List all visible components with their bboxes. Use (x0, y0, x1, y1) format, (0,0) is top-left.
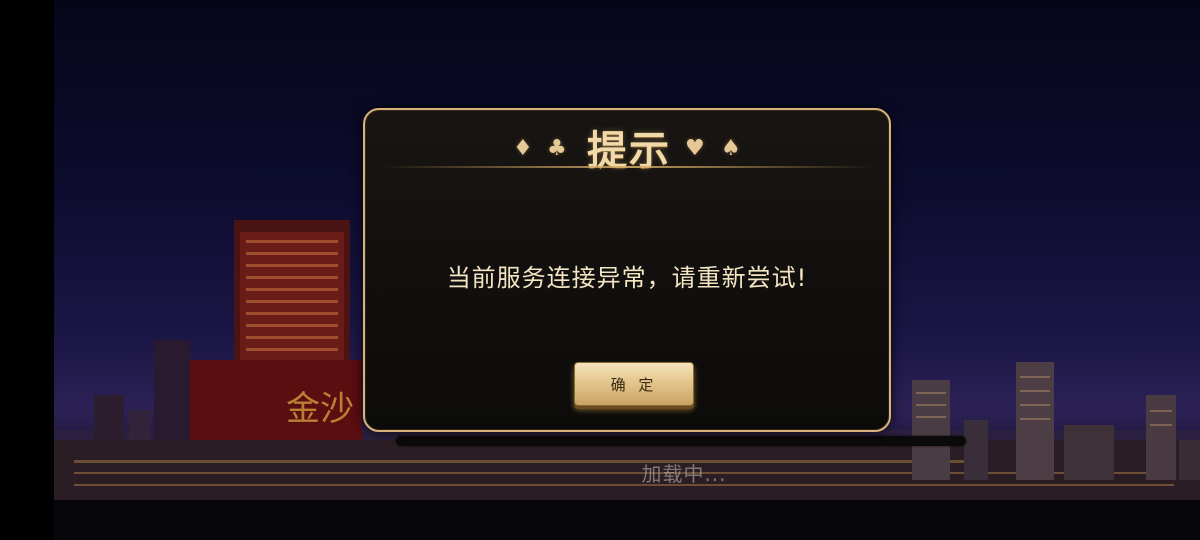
dialog-header: ♦ ♣ 提示 ♥ ♠ (365, 110, 889, 174)
club-suit-icon: ♣ (547, 136, 567, 161)
confirm-button[interactable]: 确 定 (574, 362, 694, 406)
heart-suit-icon: ♥ (685, 136, 705, 161)
loading-text: 加载中... (641, 462, 727, 486)
header-divider (383, 166, 873, 168)
left-black-bar (0, 0, 54, 540)
dialog-message: 当前服务连接异常，请重新尝试! (446, 264, 808, 292)
diamond-suit-icon: ♦ (513, 136, 533, 161)
alert-dialog: ♦ ♣ 提示 ♥ ♠ 当前服务连接异常，请重新尝试! 确 定 (363, 108, 891, 432)
confirm-button-label: 确 定 (610, 375, 658, 394)
casino-signage: 金沙 (286, 389, 354, 429)
loading-progress-bar (396, 436, 966, 446)
spade-suit-icon: ♠ (721, 136, 741, 161)
